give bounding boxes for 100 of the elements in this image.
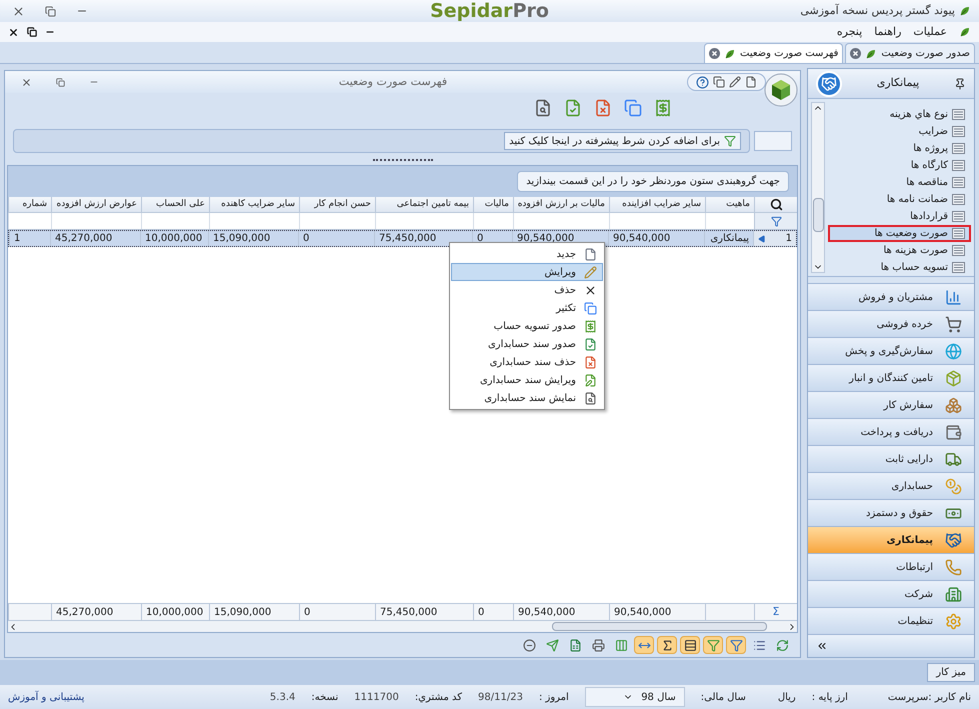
version-label: نسخه: xyxy=(311,690,338,704)
list-icon xyxy=(952,109,965,120)
advanced-filter-button[interactable]: برای اضافه کردن شرط پیشرفته در اینجا کلیک کنید xyxy=(504,132,741,150)
search-icon[interactable] xyxy=(770,198,782,211)
funnel-icon[interactable] xyxy=(770,216,782,226)
menu-item[interactable]: عملیات xyxy=(913,24,947,40)
filter-field[interactable] xyxy=(754,131,792,151)
row-number: 1 xyxy=(786,232,792,246)
document-check-icon[interactable] xyxy=(564,99,582,117)
tree-item[interactable]: پروژه ها xyxy=(828,140,971,157)
module-button[interactable]: مشتریان و فروش xyxy=(808,283,974,310)
close-icon[interactable] xyxy=(8,26,19,38)
help-icon[interactable] xyxy=(696,76,709,88)
tree-item[interactable]: صورت هزینه ها xyxy=(828,242,971,259)
copy-icon[interactable] xyxy=(624,99,642,117)
menu-item[interactable]: ویرایش xyxy=(451,263,603,281)
column-header[interactable]: عوارض ارزش افزوده xyxy=(51,197,141,212)
page-icon xyxy=(584,248,597,260)
menu-item[interactable]: نمایش سند حسابداری xyxy=(451,389,603,407)
column-header[interactable]: حسن انجام کار xyxy=(299,197,375,212)
horizontal-scrollbar[interactable] xyxy=(8,620,797,632)
menu-item[interactable]: تکثیر xyxy=(451,299,603,317)
receipt-icon[interactable] xyxy=(654,99,672,117)
row-indicator-icon xyxy=(758,234,766,242)
module-button[interactable]: سفارش کار xyxy=(808,391,974,418)
module-button[interactable]: تنظیمات xyxy=(808,607,974,634)
tree-item[interactable]: تسویه حساب ها xyxy=(828,259,971,276)
module-button[interactable]: سفارش‌گیری و پخش xyxy=(808,337,974,364)
menu-item[interactable]: پنجره xyxy=(836,24,862,40)
module-button[interactable]: حسابداری xyxy=(808,472,974,499)
module-button[interactable]: شرکت xyxy=(808,580,974,607)
copy-icon[interactable] xyxy=(713,76,725,88)
menu-item[interactable]: ویرایش سند حسابداری xyxy=(451,371,603,389)
send-icon xyxy=(546,638,558,652)
module-button[interactable]: ارتباطات xyxy=(808,553,974,580)
tree-item[interactable]: قراردادها xyxy=(828,208,971,225)
menu-item[interactable]: حذف سند حسابداری xyxy=(451,353,603,371)
column-header[interactable]: مالیات xyxy=(473,197,513,212)
support-link[interactable]: پشتیبانی و آموزش xyxy=(8,690,84,704)
currency-value: ریال xyxy=(778,690,796,704)
menu-item[interactable]: صدور سند حسابداری xyxy=(451,335,603,353)
tree-item[interactable]: مناقصه ها xyxy=(828,174,971,191)
module-button[interactable]: خرده فروشی xyxy=(808,310,974,337)
document-cross-icon[interactable] xyxy=(594,99,612,117)
close-icon[interactable] xyxy=(12,4,25,18)
vertical-scrollbar[interactable] xyxy=(811,102,825,273)
menu-item[interactable]: جدید xyxy=(451,245,603,263)
grid-tool[interactable] xyxy=(657,636,677,654)
receipt-icon xyxy=(584,320,597,332)
building-icon xyxy=(945,586,962,602)
column-header[interactable]: بیمه تامین اجتماعی xyxy=(375,197,473,212)
globe-icon xyxy=(945,342,962,360)
edit-icon[interactable] xyxy=(729,76,741,88)
tree-item[interactable]: کارگاه ها xyxy=(828,157,971,174)
pencil-icon xyxy=(584,266,597,278)
column-header[interactable]: سایر ضرایب کاهنده xyxy=(209,197,299,212)
menu-item[interactable]: حذف xyxy=(451,281,603,299)
tree-item[interactable]: ضرایب xyxy=(828,123,971,140)
column-header[interactable]: مالیات بر ارزش افزوده xyxy=(513,197,609,212)
fiscal-year-label: سال مالی: xyxy=(700,690,746,704)
module-button[interactable]: تامین کنندگان و انبار xyxy=(808,364,974,391)
module-button[interactable]: پیمانکاری xyxy=(808,526,974,553)
document-search-icon[interactable] xyxy=(534,99,552,117)
module-button[interactable]: دارایی ثابت xyxy=(808,445,974,472)
document-tab[interactable]: صدور صورت وضعیت xyxy=(845,43,975,63)
funnel-icon xyxy=(724,135,736,147)
desktop-button[interactable]: میز کار xyxy=(927,663,975,682)
module-button[interactable]: حقوق و دستمزد xyxy=(808,499,974,526)
year-dropdown[interactable]: سال 98 xyxy=(584,687,685,707)
menu-item[interactable]: صدور تسویه حساب xyxy=(451,317,603,335)
grid-tool[interactable] xyxy=(680,636,700,654)
tree-item[interactable]: صورت وضعیت ها xyxy=(828,225,971,242)
restore-icon[interactable] xyxy=(56,78,65,86)
today-value: 98/11/23 xyxy=(478,690,523,704)
scroll-thumb[interactable] xyxy=(552,622,767,631)
new-document-icon[interactable] xyxy=(745,76,757,88)
funnel-icon xyxy=(706,638,720,652)
tree-item[interactable]: ضمانت نامه ها xyxy=(828,191,971,208)
menu-item[interactable]: راهنما xyxy=(874,24,902,40)
user-label: نام کاربر :سرپرست xyxy=(888,690,971,704)
column-header[interactable]: ماهیت xyxy=(705,197,754,212)
table-cell: 10,000,000 xyxy=(140,231,208,246)
restore-icon[interactable] xyxy=(27,27,37,37)
window-title: پیوند گستر پردیس نسخه آموزشی xyxy=(800,2,955,19)
column-header[interactable]: علی الحساب xyxy=(141,197,209,212)
more-icon[interactable] xyxy=(816,640,828,652)
module-button[interactable]: دریافت و پرداخت xyxy=(808,418,974,445)
column-header[interactable]: شماره xyxy=(8,197,51,212)
document-check-icon xyxy=(584,338,597,350)
restore-icon[interactable] xyxy=(45,6,56,16)
cross-icon xyxy=(584,284,597,296)
column-header[interactable]: سایر ضرایب افزاینده xyxy=(609,197,705,212)
pin-icon[interactable] xyxy=(954,78,966,90)
handshake-icon xyxy=(945,532,962,548)
list-icon xyxy=(952,143,965,154)
close-icon[interactable] xyxy=(21,76,32,88)
document-tab[interactable]: فهرست صورت وضعیت xyxy=(704,43,844,63)
tree-item[interactable]: نوع هاي هزینه xyxy=(828,106,971,123)
scroll-thumb[interactable] xyxy=(812,198,824,232)
package-icon xyxy=(945,370,962,386)
